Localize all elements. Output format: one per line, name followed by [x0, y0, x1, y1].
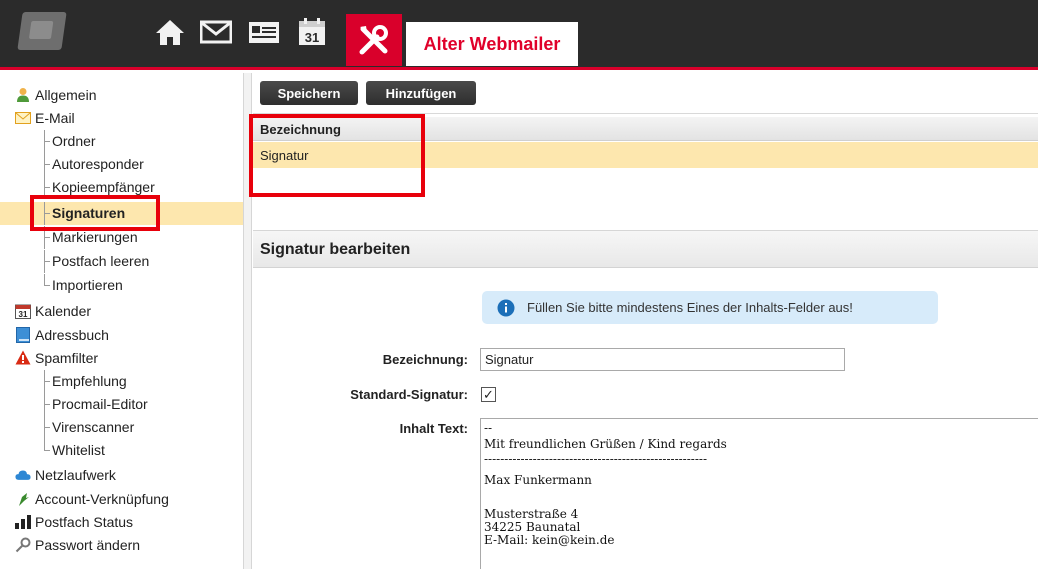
checkmark-icon: ✓: [483, 387, 494, 402]
sidebar-item-label: Kalender: [35, 302, 92, 319]
default-signature-checkbox[interactable]: ✓: [481, 387, 496, 402]
info-text: Füllen Sie bitte mindestens Eines der In…: [527, 300, 853, 315]
info-icon: [497, 299, 515, 317]
sidebar-item-label: Postfach leeren: [52, 253, 150, 269]
calendar-day-text: 31: [305, 30, 319, 45]
sidebar-item-label: Signaturen: [52, 205, 126, 221]
calendar-day-text: 31: [19, 310, 28, 319]
sidebar-item-signaturen[interactable]: Signaturen: [0, 202, 243, 225]
text-line: Max Funkermann: [484, 473, 592, 487]
signature-text-area[interactable]: -- Mit freundlichen Grüßen / Kind regard…: [480, 418, 1038, 569]
sidebar-item-kopieempfaenger[interactable]: Kopieempfänger: [0, 176, 243, 199]
sidebar-item-label: Passwort ändern: [35, 536, 141, 553]
sidebar-item-autoresponder[interactable]: Autoresponder: [0, 153, 243, 176]
sidebar-splitter[interactable]: [244, 73, 252, 569]
app-logo[interactable]: [17, 12, 67, 50]
sidebar-item-label: Procmail-Editor: [52, 396, 148, 412]
sidebar-item-label: Kopieempfänger: [52, 179, 155, 195]
settings-tools-button[interactable]: [346, 14, 402, 66]
addressbook-icon: [15, 326, 31, 343]
home-icon[interactable]: [152, 14, 188, 50]
info-message: Füllen Sie bitte mindestens Eines der In…: [482, 291, 938, 324]
sidebar-item-postfach-leeren[interactable]: Postfach leeren: [0, 250, 243, 273]
calendar-icon[interactable]: 31: [294, 14, 330, 50]
sidebar-item-empfehlung[interactable]: Empfehlung: [0, 370, 243, 393]
default-signature-label: Standard-Signatur:: [350, 387, 468, 402]
sidebar-item-label: Allgemein: [35, 86, 97, 103]
contacts-icon[interactable]: [246, 14, 282, 50]
sidebar-item-kalender[interactable]: 31 Kalender: [0, 299, 243, 322]
sidebar-item-spamfilter[interactable]: Spamfilter: [0, 346, 243, 369]
toolbar: Speichern Hinzufügen: [253, 73, 1038, 114]
sidebar-item-procmail-editor[interactable]: Procmail-Editor: [0, 393, 243, 416]
bar-chart-icon: [15, 514, 31, 530]
sidebar-item-ordner[interactable]: Ordner: [0, 130, 243, 153]
table-row[interactable]: Signatur: [253, 142, 1038, 168]
settings-sidebar: Allgemein E-Mail Ordner Autoresponder Ko…: [0, 73, 244, 569]
sidebar-item-label: Netzlaufwerk: [35, 466, 116, 483]
calendar-icon: 31: [15, 303, 31, 319]
sidebar-item-importieren[interactable]: Importieren: [0, 274, 243, 297]
sidebar-item-label: Empfehlung: [52, 373, 127, 389]
name-label: Bezeichnung:: [382, 352, 468, 367]
cloud-icon: [15, 467, 31, 483]
sidebar-item-postfach-status[interactable]: Postfach Status: [0, 510, 243, 533]
sidebar-item-account-verknuepfung[interactable]: Account-Verknüpfung: [0, 487, 243, 510]
sidebar-item-label: Importieren: [52, 277, 123, 293]
sidebar-item-passwort-aendern[interactable]: Passwort ändern: [0, 533, 243, 556]
tab-alter-webmailer[interactable]: Alter Webmailer: [406, 22, 578, 66]
column-header-bezeichnung[interactable]: Bezeichnung: [253, 117, 1038, 141]
sidebar-item-label: Account-Verknüpfung: [35, 490, 169, 507]
sidebar-item-email[interactable]: E-Mail: [0, 106, 243, 129]
key-icon: [15, 537, 31, 553]
add-button[interactable]: Hinzufügen: [366, 81, 476, 105]
mail-icon[interactable]: [198, 14, 234, 50]
sidebar-item-whitelist[interactable]: Whitelist: [0, 439, 243, 462]
sidebar-item-label: Whitelist: [52, 442, 105, 458]
top-bar: 31 Alter Webmailer: [0, 0, 1038, 70]
sidebar-item-adressbuch[interactable]: Adressbuch: [0, 323, 243, 346]
sidebar-item-label: Markierungen: [52, 229, 138, 245]
sidebar-item-markierungen[interactable]: Markierungen: [0, 226, 243, 249]
text-line: Mit freundlichen Grüßen / Kind regards: [484, 437, 727, 451]
sidebar-item-label: Virenscanner: [52, 419, 135, 435]
text-line: [484, 487, 1038, 500]
mail-icon: [15, 110, 31, 126]
tools-icon: [359, 25, 388, 55]
sidebar-item-virenscanner[interactable]: Virenscanner: [0, 416, 243, 439]
warning-icon: [15, 350, 31, 366]
text-line: --: [484, 421, 493, 435]
save-button[interactable]: Speichern: [260, 81, 358, 105]
sidebar-item-label: Spamfilter: [35, 349, 99, 366]
sidebar-item-label: E-Mail: [35, 109, 75, 126]
sidebar-item-allgemein[interactable]: Allgemein: [0, 83, 243, 106]
signature-name-input[interactable]: [480, 348, 845, 371]
section-title: Signatur bearbeiten: [253, 231, 1038, 268]
user-icon: [15, 87, 31, 103]
sidebar-item-label: Postfach Status: [35, 513, 134, 530]
content-text-label: Inhalt Text:: [399, 421, 468, 436]
sidebar-item-netzlaufwerk[interactable]: Netzlaufwerk: [0, 463, 243, 486]
link-icon: [15, 491, 31, 507]
sidebar-item-label: Autoresponder: [52, 156, 144, 172]
sidebar-item-label: Ordner: [52, 133, 96, 149]
text-line: E-Mail: kein@kein.de: [484, 533, 615, 547]
text-line: ----------------------------------------…: [484, 452, 708, 466]
sidebar-item-label: Adressbuch: [35, 326, 109, 343]
